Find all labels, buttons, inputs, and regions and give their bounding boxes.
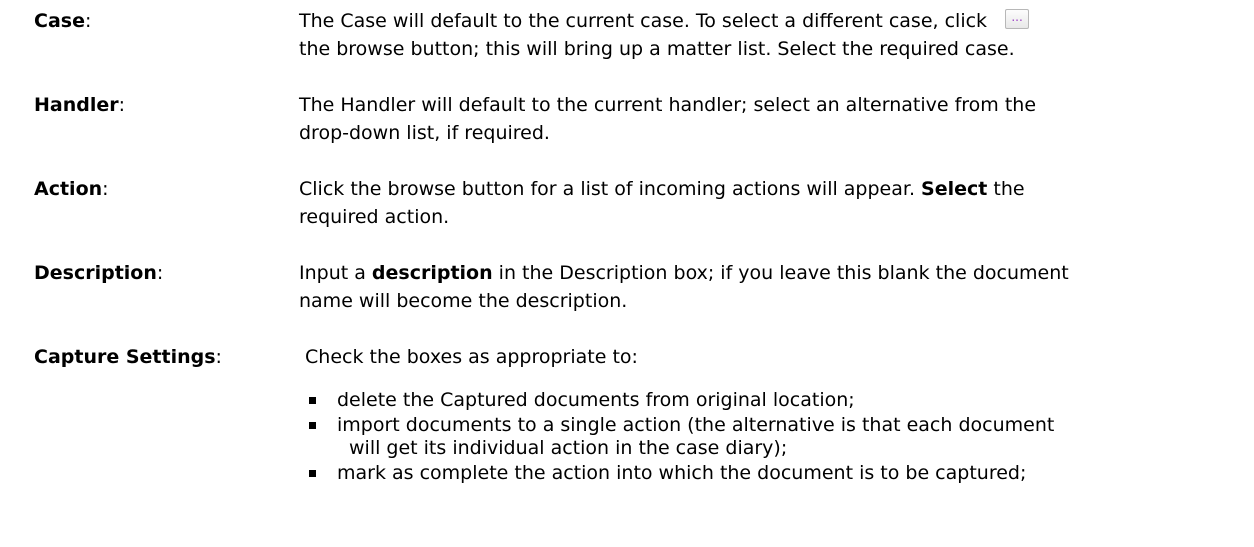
definition-capture-settings: Check the boxes as appropriate to: (299, 343, 1219, 371)
bullet-square-icon (309, 470, 316, 477)
definition-action: Click the browse button for a list of in… (299, 175, 1219, 231)
browse-button-icon: ... (1005, 9, 1030, 29)
capture-settings-bullet-list: delete the Captured documents from origi… (299, 389, 1229, 487)
definition-line: The Case will default to the current cas… (299, 7, 1219, 35)
definition-line: drop-down list, if required. (299, 122, 550, 144)
bullet-item: delete the Captured documents from origi… (299, 389, 1229, 412)
term-handler: Handler: (34, 94, 126, 116)
definition-line: The Handler will default to the current … (299, 94, 1037, 116)
term-capture-settings: Capture Settings: (34, 346, 222, 368)
definition-description: Input a description in the Description b… (299, 259, 1219, 315)
definition-line: Input a description in the Description b… (299, 262, 1069, 284)
definition-intro: Check the boxes as appropriate to: (299, 346, 638, 368)
document-page: Case: The Case will default to the curre… (0, 0, 1254, 547)
term-action: Action: (34, 178, 109, 200)
definition-line: name will become the description. (299, 290, 628, 312)
term-description: Description: (34, 262, 164, 284)
bullet-square-icon (309, 422, 316, 429)
term-case: Case: (34, 10, 92, 32)
definition-case: The Case will default to the current cas… (299, 7, 1219, 63)
definition-line: the browse button; this will bring up a … (299, 38, 1015, 60)
definition-line: required action. (299, 206, 450, 228)
bullet-square-icon (309, 397, 316, 404)
bullet-item: mark as complete the action into which t… (299, 462, 1229, 485)
bullet-item: import documents to a single action (the… (299, 414, 1229, 460)
definition-line: Click the browse button for a list of in… (299, 178, 1025, 200)
definition-handler: The Handler will default to the current … (299, 91, 1219, 147)
